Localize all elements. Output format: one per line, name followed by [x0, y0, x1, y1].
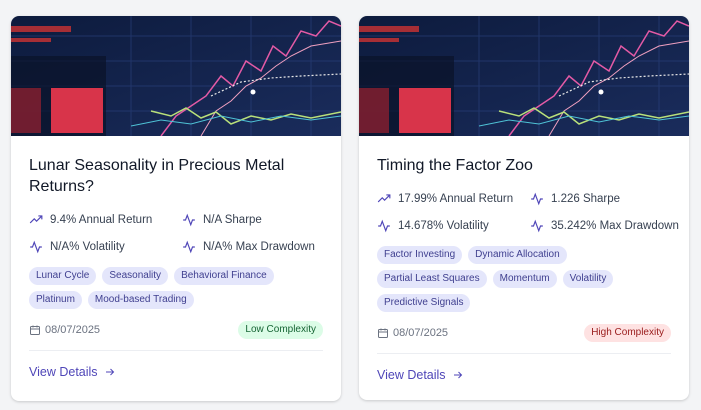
- volatility-metric: N/A% Volatility: [29, 239, 182, 254]
- complexity-badge: High Complexity: [584, 324, 671, 342]
- card-meta: 08/07/2025 Low Complexity: [29, 321, 323, 351]
- calendar-icon: [30, 325, 40, 335]
- activity-icon: [183, 213, 195, 226]
- volatility-metric: 14.678% Volatility: [377, 218, 530, 233]
- sharpe-metric: N/A Sharpe: [182, 212, 332, 227]
- activity-icon: [531, 192, 543, 205]
- max-drawdown-metric: N/A% Max Drawdown: [182, 239, 332, 254]
- tag[interactable]: Platinum: [29, 291, 82, 309]
- date: 08/07/2025: [29, 324, 100, 336]
- activity-icon: [378, 219, 390, 232]
- max-drawdown-value: N/A% Max Drawdown: [203, 240, 315, 253]
- tag[interactable]: Partial Least Squares: [377, 270, 487, 288]
- tag[interactable]: Volatility: [562, 270, 614, 288]
- card-hero-image: [359, 16, 689, 136]
- strategy-card[interactable]: Timing the Factor Zoo 17.99% Annual Retu…: [359, 16, 689, 400]
- view-details-link[interactable]: View Details: [29, 365, 323, 379]
- card-hero-image: [11, 16, 341, 136]
- tag[interactable]: Mood-based Trading: [87, 291, 194, 309]
- card-title: Timing the Factor Zoo: [377, 157, 533, 174]
- arrow-right-icon: [105, 368, 114, 376]
- arrow-right-icon: [453, 371, 462, 379]
- complexity-badge: Low Complexity: [238, 321, 323, 339]
- view-details-label: View Details: [377, 368, 446, 382]
- trending-up-icon: [377, 193, 391, 202]
- annual-return-value: 17.99% Annual Return: [398, 192, 514, 205]
- tag[interactable]: Factor Investing: [377, 246, 463, 264]
- date-value: 08/07/2025: [45, 324, 101, 336]
- max-drawdown-value: 35.242% Max Drawdown: [551, 219, 679, 232]
- tag[interactable]: Dynamic Allocation: [468, 246, 567, 264]
- metrics-grid: 9.4% Annual Return N/A Sharpe N/A% Volat…: [29, 212, 323, 254]
- tag[interactable]: Behavioral Finance: [174, 267, 274, 285]
- tag[interactable]: Lunar Cycle: [29, 267, 97, 285]
- sharpe-value: N/A Sharpe: [203, 213, 262, 226]
- view-details-link[interactable]: View Details: [377, 368, 671, 382]
- tag-list: Factor Investing Dynamic Allocation Part…: [377, 246, 671, 312]
- view-details-label: View Details: [29, 365, 98, 379]
- date: 08/07/2025: [377, 327, 448, 339]
- tag-list: Lunar Cycle Seasonality Behavioral Finan…: [29, 267, 323, 309]
- metrics-grid: 17.99% Annual Return 1.226 Sharpe 14.678…: [377, 191, 679, 233]
- annual-return-value: 9.4% Annual Return: [50, 213, 153, 226]
- tag[interactable]: Momentum: [492, 270, 557, 288]
- card-title: Lunar Seasonality in Precious Metal Retu…: [29, 157, 285, 195]
- volatility-value: N/A% Volatility: [50, 240, 125, 253]
- calendar-icon: [378, 328, 388, 338]
- sharpe-value: 1.226 Sharpe: [551, 192, 621, 205]
- annual-return-metric: 9.4% Annual Return: [29, 212, 182, 227]
- max-drawdown-metric: 35.242% Max Drawdown: [530, 218, 680, 233]
- activity-icon: [183, 240, 195, 253]
- trending-up-icon: [29, 214, 43, 223]
- date-value: 08/07/2025: [393, 327, 449, 339]
- sharpe-metric: 1.226 Sharpe: [530, 191, 680, 206]
- activity-icon: [531, 219, 543, 232]
- activity-icon: [30, 240, 42, 253]
- strategy-card[interactable]: Lunar Seasonality in Precious Metal Retu…: [11, 16, 341, 401]
- tag[interactable]: Seasonality: [102, 267, 169, 285]
- annual-return-metric: 17.99% Annual Return: [377, 191, 530, 206]
- volatility-value: 14.678% Volatility: [398, 219, 489, 232]
- card-meta: 08/07/2025 High Complexity: [377, 324, 671, 354]
- tag[interactable]: Predictive Signals: [377, 294, 471, 312]
